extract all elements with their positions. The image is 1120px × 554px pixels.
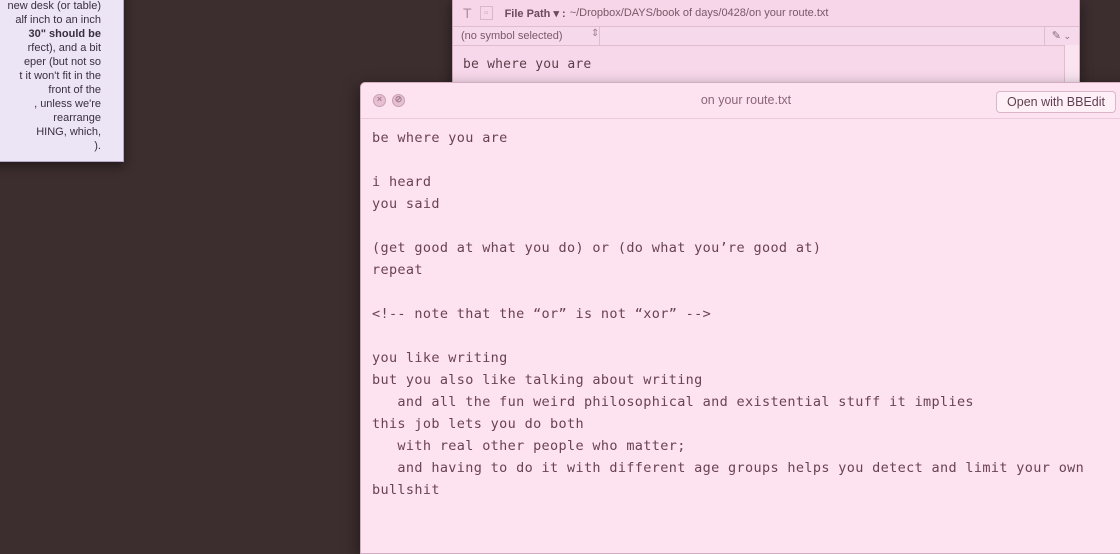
note-line: front of the: [48, 84, 101, 96]
note-line: t it won't fit in the: [19, 70, 101, 82]
text-line: [372, 149, 1120, 171]
file-path-menu[interactable]: File Path ▾ :: [505, 7, 566, 20]
text-line: [372, 215, 1120, 237]
title-bar[interactable]: × ⊘ on your route.txt Open with BBEdit: [361, 83, 1120, 119]
note-line: HING, which,: [36, 126, 101, 138]
note-line: 30" should be: [28, 28, 101, 40]
text-line: and having to do it with different age g…: [372, 460, 1085, 476]
note-line: new desk (or table): [7, 0, 101, 12]
chevron-down-icon[interactable]: ⌄: [1063, 31, 1071, 42]
text-tool-icon[interactable]: T: [463, 5, 472, 21]
text-line: this job lets you do both: [372, 416, 584, 432]
symbol-select[interactable]: (no symbol selected): [461, 30, 599, 42]
divider: [1044, 27, 1045, 45]
divider: [599, 27, 600, 45]
open-with-bbedit-button[interactable]: Open with BBEdit: [996, 91, 1116, 113]
text-line: i heard: [372, 174, 432, 190]
text-line: <!-- note that the “or” is not “xor” -->: [372, 306, 712, 322]
sticky-note-window: new desk (or table) alf inch to an inch …: [0, 0, 124, 162]
editor-toolbar: T ▫ File Path ▾ : ~/Dropbox/DAYS/book of…: [453, 0, 1079, 27]
text-line: you like writing: [372, 350, 508, 366]
text-line: with real other people who matter;: [372, 438, 686, 454]
file-path-value: ~/Dropbox/DAYS/book of days/0428/on your…: [569, 7, 829, 19]
pen-icon[interactable]: ✎: [1052, 29, 1061, 42]
note-line: alf inch to an inch: [15, 14, 101, 26]
note-line: eper (but not so: [23, 56, 101, 68]
note-line: ).: [94, 140, 101, 152]
preview-window[interactable]: × ⊘ on your route.txt Open with BBEdit b…: [360, 82, 1120, 554]
text-line: repeat: [372, 262, 423, 278]
document-icon[interactable]: ▫: [479, 6, 493, 20]
text-line: bullshit: [372, 482, 440, 498]
text-line: [372, 281, 1120, 303]
text-line: (get good at what you do) or (do what yo…: [372, 240, 822, 256]
text-line: be where you are: [372, 130, 508, 146]
text-line: but you also like talking about writing: [372, 372, 703, 388]
document-text[interactable]: be where you are i heard you said (get g…: [361, 119, 1120, 501]
text-line: and all the fun weird philosophical and …: [372, 394, 974, 410]
note-line: rfect), and a bit: [27, 42, 101, 54]
note-line: rearrange: [53, 112, 101, 124]
note-line: , unless we're: [34, 98, 101, 110]
editor-text[interactable]: be where you are: [453, 46, 1079, 72]
text-line: you said: [372, 196, 440, 212]
text-line: [372, 325, 1120, 347]
symbol-bar: (no symbol selected) ⇕ ✎ ⌄: [453, 27, 1079, 46]
